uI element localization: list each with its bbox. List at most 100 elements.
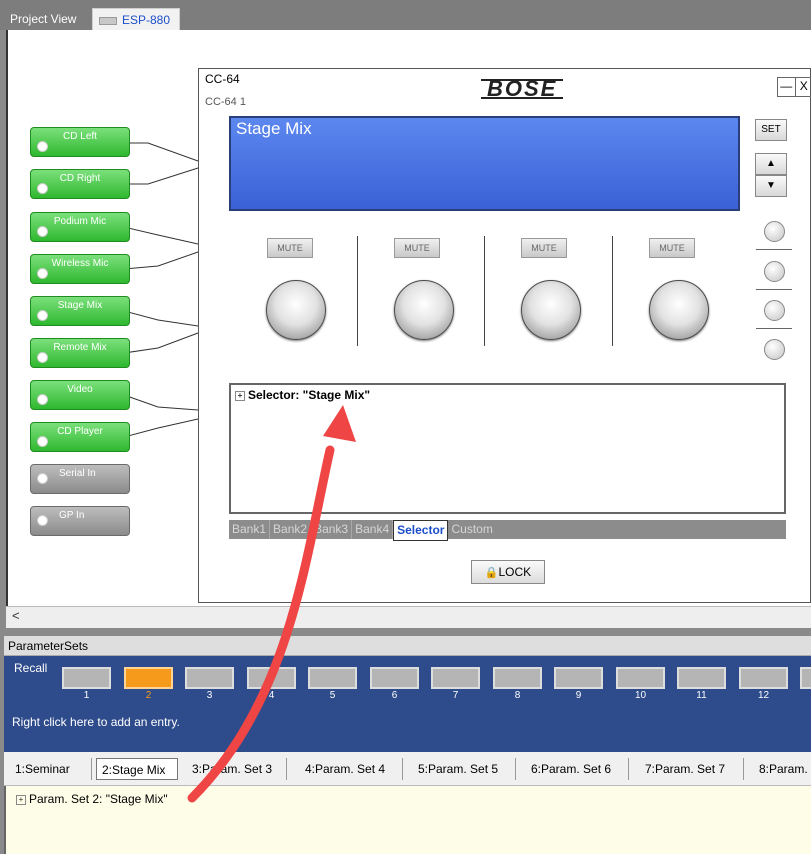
tab-selector[interactable]: Selector	[393, 520, 449, 541]
volume-knob-4[interactable]	[649, 280, 709, 340]
tree-item-param-set-2[interactable]: + Param. Set 2: "Stage Mix"	[16, 792, 168, 806]
pin-dot-icon	[37, 183, 48, 194]
lcd-display-text: Stage Mix	[236, 119, 312, 138]
block-cd-right[interactable]: CD Right	[30, 169, 130, 199]
block-serial-in[interactable]: Serial In	[30, 464, 130, 494]
tab-param-set-4[interactable]: 4:Param. Set 4	[300, 758, 403, 780]
recall-slot-12[interactable]	[739, 667, 788, 689]
recall-slot-2[interactable]	[124, 667, 173, 689]
recall-slot-3[interactable]	[185, 667, 234, 689]
slot-number: 6	[391, 690, 398, 701]
volume-knob-1[interactable]	[266, 280, 326, 340]
block-gp-in[interactable]: GP In	[30, 506, 130, 536]
recall-slot-9[interactable]	[554, 667, 603, 689]
preset-round-button-2[interactable]	[764, 261, 785, 282]
pin-dot-icon	[37, 310, 48, 321]
tree-item-label: Selector: "Stage Mix"	[248, 388, 371, 402]
cc64-panel-window: CC-64 CC-64 1 BOSE — X Stage Mix SET ▲ ▼…	[198, 68, 811, 603]
volume-knob-2[interactable]	[394, 280, 454, 340]
pin-dot-icon	[37, 473, 48, 484]
block-label: Serial In	[59, 468, 96, 479]
tab-param-set-8[interactable]: 8:Param.	[754, 758, 811, 780]
preset-round-button-3[interactable]	[764, 300, 785, 321]
block-podium-mic[interactable]: Podium Mic	[30, 212, 130, 242]
tab-project-view[interactable]: Project View	[4, 8, 90, 30]
tab-bank3[interactable]: Bank3	[311, 520, 353, 539]
up-arrow-button[interactable]: ▲	[755, 153, 787, 175]
tab-esp-880[interactable]: ESP-880 1	[92, 8, 180, 49]
slot-number: 7	[452, 690, 459, 701]
tab-bank4[interactable]: Bank4	[352, 520, 394, 539]
block-stage-mix[interactable]: Stage Mix	[30, 296, 130, 326]
add-entry-hint: Right click here to add an entry.	[12, 715, 180, 729]
lock-button[interactable]: 🔒LOCK	[471, 560, 545, 584]
tab-param-set-2[interactable]: 2:Stage Mix	[96, 758, 178, 780]
pin-dot-icon	[37, 394, 48, 405]
slot-number: 5	[329, 690, 336, 701]
block-label: CD Left	[63, 131, 97, 142]
mute-button-3[interactable]: MUTE	[521, 238, 567, 258]
device-icon	[99, 16, 117, 25]
scroll-left-arrow-icon[interactable]: <	[12, 608, 20, 623]
selector-tree[interactable]: + Selector: "Stage Mix"	[229, 383, 786, 514]
tab-bank2[interactable]: Bank2	[270, 520, 312, 539]
block-video[interactable]: Video	[30, 380, 130, 410]
block-remote-mix[interactable]: Remote Mix	[30, 338, 130, 368]
slot-number: 8	[514, 690, 521, 701]
lcd-display: Stage Mix	[229, 116, 740, 211]
lock-icon: 🔒	[484, 567, 499, 579]
block-label: Remote Mix	[53, 342, 107, 353]
lock-label: LOCK	[498, 565, 532, 579]
pin-dot-icon	[37, 352, 48, 363]
close-button[interactable]: X	[796, 78, 811, 96]
expand-icon[interactable]: +	[235, 390, 245, 401]
recall-slot-10[interactable]	[616, 667, 665, 689]
block-cd-left[interactable]: CD Left	[30, 127, 130, 157]
slot-number: 1	[83, 690, 90, 701]
bose-logo: BOSE	[481, 78, 564, 100]
divider	[756, 249, 792, 250]
slot-number: 11	[696, 690, 707, 701]
preset-round-button-4[interactable]	[764, 339, 785, 360]
block-label: Wireless Mic	[51, 258, 109, 269]
tab-param-set-5[interactable]: 5:Param. Set 5	[413, 758, 516, 780]
recall-panel[interactable]: Recall 1 2 3 4 5 6 7 8 9 10 11 12 Right …	[4, 656, 811, 752]
block-label: Podium Mic	[53, 216, 107, 227]
pin-dot-icon	[37, 436, 48, 447]
set-button[interactable]: SET	[755, 119, 787, 141]
tab-bank1[interactable]: Bank1	[229, 520, 271, 539]
preset-round-button-1[interactable]	[764, 221, 785, 242]
recall-slot-6[interactable]	[370, 667, 419, 689]
slot-number: 9	[575, 690, 582, 701]
tab-param-set-1[interactable]: 1:Seminar	[10, 758, 92, 780]
minimize-button[interactable]: —	[778, 78, 796, 96]
recall-slot-8[interactable]	[493, 667, 542, 689]
mute-button-4[interactable]: MUTE	[649, 238, 695, 258]
mute-button-1[interactable]: MUTE	[267, 238, 313, 258]
slot-number: 4	[268, 690, 275, 701]
tree-item-selector[interactable]: + Selector: "Stage Mix"	[235, 388, 370, 402]
volume-knob-3[interactable]	[521, 280, 581, 340]
window-controls: — X	[777, 77, 811, 97]
tab-custom[interactable]: Custom	[448, 520, 495, 539]
expand-icon[interactable]: +	[16, 794, 26, 805]
tab-param-set-6[interactable]: 6:Param. Set 6	[526, 758, 629, 780]
divider	[612, 236, 613, 346]
divider	[484, 236, 485, 346]
recall-slot-partial[interactable]	[800, 667, 811, 689]
bank-tab-bar: Bank1 Bank2 Bank3 Bank4 Selector Custom	[229, 520, 786, 541]
recall-slot-1[interactable]	[62, 667, 111, 689]
recall-slot-5[interactable]	[308, 667, 357, 689]
slot-number: 3	[206, 690, 213, 701]
parameter-set-tree[interactable]: + Param. Set 2: "Stage Mix"	[4, 786, 811, 854]
tab-param-set-3[interactable]: 3:Param. Set 3	[187, 758, 287, 780]
recall-slot-4[interactable]	[247, 667, 296, 689]
mute-button-2[interactable]: MUTE	[394, 238, 440, 258]
down-arrow-button[interactable]: ▼	[755, 175, 787, 197]
recall-slot-11[interactable]	[677, 667, 726, 689]
tab-param-set-7[interactable]: 7:Param. Set 7	[640, 758, 744, 780]
recall-slot-7[interactable]	[431, 667, 480, 689]
block-cd-player[interactable]: CD Player	[30, 422, 130, 452]
horizontal-scrollbar[interactable]: <	[6, 606, 811, 628]
block-wireless-mic[interactable]: Wireless Mic	[30, 254, 130, 284]
